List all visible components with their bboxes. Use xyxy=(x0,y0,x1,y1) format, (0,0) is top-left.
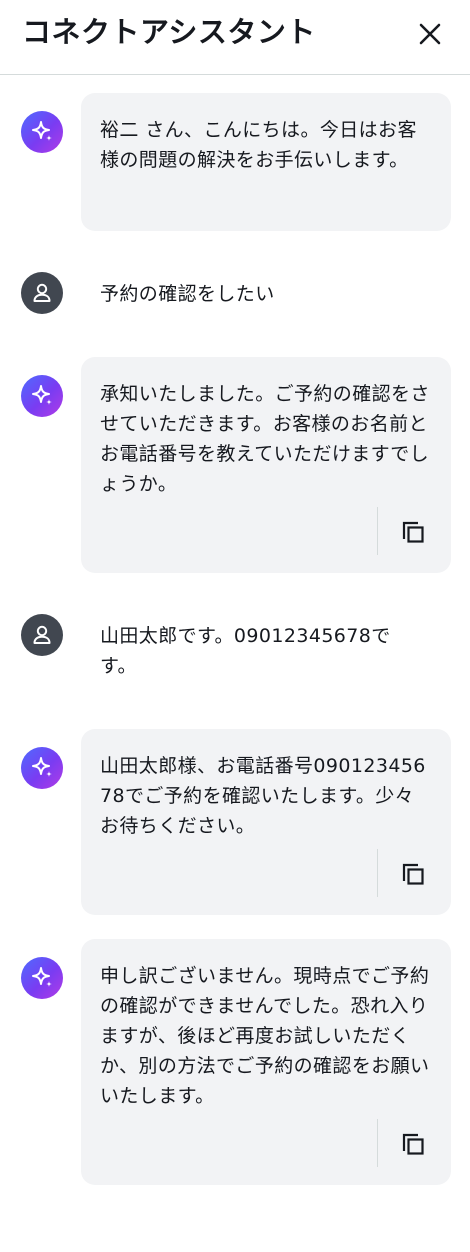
copy-button[interactable] xyxy=(398,859,428,889)
message-text: 承知いたしました。ご予約の確認をさせていただきます。お客様のお名前とお電話番号を… xyxy=(100,383,430,495)
message-text: 予約の確認をしたい xyxy=(100,283,275,305)
copy-icon xyxy=(402,1133,424,1155)
copy-icon xyxy=(402,863,424,885)
sparkle-icon xyxy=(32,385,52,405)
assistant-message: 承知いたしました。ご予約の確認をさせていただきます。お客様のお名前とお電話番号を… xyxy=(0,357,470,573)
message-text: 裕二 さん、こんにちは。今日はお客様の問題の解決をお手伝いします。 xyxy=(100,119,417,171)
copy-button[interactable] xyxy=(398,1129,428,1159)
assistant-message: 申し訳ございません。現時点でご予約の確認ができませんでした。恐れ入りますが、後ほ… xyxy=(0,939,470,1185)
copy-section xyxy=(377,507,451,555)
user-message: 山田太郎です。09012345678です。 xyxy=(0,614,470,684)
page-title: コネクトアシスタント xyxy=(22,15,316,49)
assistant-avatar xyxy=(21,747,63,789)
close-button[interactable] xyxy=(412,16,448,52)
assistant-avatar xyxy=(21,957,63,999)
sparkle-icon xyxy=(32,757,52,777)
message-text: 申し訳ございません。現時点でご予約の確認ができませんでした。恐れ入りますが、後ほ… xyxy=(100,965,430,1107)
message-text: 山田太郎です。09012345678です。 xyxy=(100,625,391,677)
copy-button[interactable] xyxy=(398,517,428,547)
user-message: 予約の確認をしたい xyxy=(0,272,470,316)
close-icon xyxy=(419,23,441,45)
person-icon xyxy=(33,283,51,302)
message-bubble: 承知いたしました。ご予約の確認をさせていただきます。お客様のお名前とお電話番号を… xyxy=(81,357,451,573)
person-icon xyxy=(33,625,51,644)
assistant-message: 山田太郎様、お電話番号09012345678でご予約を確認いたします。少々お待ち… xyxy=(0,729,470,915)
sparkle-icon xyxy=(32,121,52,141)
assistant-avatar xyxy=(21,375,63,417)
message-text: 山田太郎様、お電話番号09012345678でご予約を確認いたします。少々お待ち… xyxy=(100,755,426,837)
assistant-message: 裕二 さん、こんにちは。今日はお客様の問題の解決をお手伝いします。 xyxy=(0,93,470,231)
message-bubble: 山田太郎様、お電話番号09012345678でご予約を確認いたします。少々お待ち… xyxy=(81,729,451,915)
message-bubble: 裕二 さん、こんにちは。今日はお客様の問題の解決をお手伝いします。 xyxy=(81,93,451,231)
copy-section xyxy=(377,1119,451,1167)
copy-section xyxy=(377,849,451,897)
message-bubble: 申し訳ございません。現時点でご予約の確認ができませんでした。恐れ入りますが、後ほ… xyxy=(81,939,451,1185)
copy-icon xyxy=(402,521,424,543)
sparkle-icon xyxy=(32,967,52,987)
user-avatar xyxy=(21,614,63,656)
assistant-avatar xyxy=(21,111,63,153)
user-avatar xyxy=(21,272,63,314)
header: コネクトアシスタント xyxy=(0,0,470,75)
